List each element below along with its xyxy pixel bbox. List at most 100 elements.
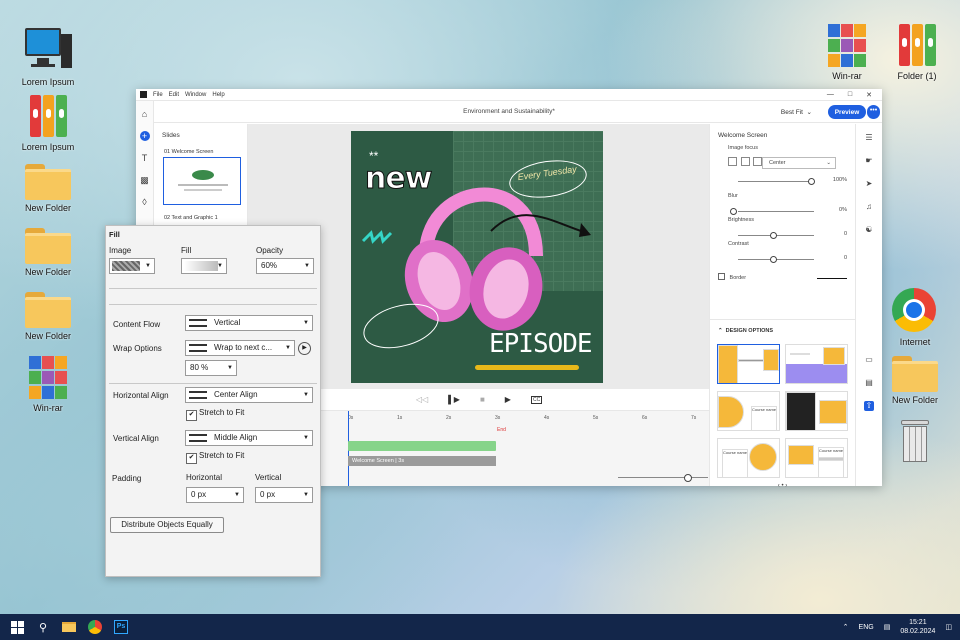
interaction-icon[interactable]: ☛ — [864, 156, 874, 166]
padding-vertical-label: Vertical — [255, 473, 282, 482]
maximize-icon[interactable]: □ — [848, 91, 852, 99]
design-option[interactable] — [785, 391, 848, 431]
desktop-icon-winrar[interactable]: Win-rar — [812, 22, 882, 81]
menu-file[interactable]: File — [153, 92, 163, 98]
opacity-slider[interactable] — [738, 181, 814, 182]
clock[interactable]: 15:21 08.02.2024 — [900, 618, 935, 636]
network-icon[interactable]: ▤ — [884, 623, 891, 631]
folder-icon — [25, 164, 71, 200]
contrast-knob[interactable] — [770, 256, 777, 263]
start-icon[interactable] — [4, 614, 30, 640]
slides-header: Slides — [162, 132, 180, 139]
preview-button[interactable]: Preview — [828, 105, 866, 119]
brightness-knob[interactable] — [770, 232, 777, 239]
language-indicator[interactable]: ENG — [859, 624, 874, 631]
desktop-icon-folder[interactable]: New Folder — [13, 286, 83, 341]
timeline-clip[interactable]: Welcome Screen | 3s — [348, 456, 496, 466]
stretch-to-fit-horizontal-checkbox[interactable]: Stretch to Fit — [186, 408, 244, 421]
wrap-options-dropdown[interactable]: Wrap to next c... ▼ — [185, 340, 295, 356]
desktop-icon-winrar[interactable]: Win-rar — [13, 354, 83, 413]
blur-slider[interactable] — [738, 211, 814, 212]
desktop-icon-folder[interactable]: New Folder — [13, 222, 83, 277]
captions-icon[interactable]: CC — [530, 395, 543, 404]
minimize-icon[interactable]: — — [827, 91, 834, 99]
opacity-knob[interactable] — [808, 178, 815, 185]
desktop-icon-computer[interactable]: Lorem Ipsum — [13, 28, 83, 87]
blur-knob[interactable] — [730, 208, 737, 215]
divider — [109, 288, 317, 289]
focus-center-icon[interactable] — [740, 157, 750, 166]
audio-icon[interactable]: ♫ — [864, 202, 874, 212]
step-play-icon[interactable]: ▌▶ — [448, 395, 460, 404]
accessibility-icon[interactable]: ☯ — [864, 225, 874, 235]
stretch-to-fit-vertical-checkbox[interactable]: Stretch to Fit — [186, 451, 244, 464]
focus-left-icon[interactable] — [728, 157, 737, 166]
play-icon[interactable]: ▶ — [505, 395, 511, 404]
properties-icon[interactable]: ☰ — [864, 133, 874, 143]
dropdown-arrow-icon: ▼ — [303, 435, 309, 441]
design-option[interactable]: Course name — [785, 438, 848, 478]
desktop-icon-label: Win-rar — [832, 71, 862, 81]
border-checkbox[interactable] — [718, 273, 725, 280]
padding-vertical-input[interactable]: 0 px ▼ — [255, 487, 313, 503]
desktop-icon-folder[interactable]: New Folder — [13, 158, 83, 213]
desktop-icon-folder[interactable]: New Folder — [880, 350, 950, 405]
focus-right-icon[interactable] — [753, 157, 763, 166]
wrap-percent-dropdown[interactable]: 80 % ▼ — [185, 360, 237, 376]
episode-text: EPISODE — [489, 329, 593, 359]
desktop-icon-recycle-bin[interactable] — [880, 418, 950, 464]
desktop-icon-chrome[interactable]: Internet — [880, 288, 950, 347]
search-icon[interactable]: ⚲ — [30, 614, 56, 640]
text-icon[interactable]: T — [140, 153, 150, 163]
focus-dropdown[interactable]: Center ⌄ — [762, 157, 836, 169]
desktop-icon-binders[interactable]: Folder (1) — [882, 22, 952, 81]
opacity-dropdown[interactable]: 60% ▼ — [256, 258, 314, 274]
zoom-dropdown[interactable]: Best Fit ⌄ — [781, 108, 812, 116]
focus-value: Center — [769, 160, 786, 166]
desktop-icon-binders[interactable]: Lorem Ipsum — [13, 93, 83, 152]
menu-window[interactable]: Window — [185, 92, 206, 98]
design-option[interactable]: Course name — [717, 391, 780, 431]
slide-artboard[interactable]: ** new Every Tuesday EPISODE — [351, 131, 603, 383]
slide-thumbnail[interactable] — [163, 157, 241, 205]
media-icon[interactable]: ▩ — [140, 175, 150, 185]
dropdown-arrow-icon: ▼ — [234, 492, 240, 498]
stop-icon[interactable]: ■ — [480, 395, 485, 404]
previous-icon[interactable]: ◁◁ — [416, 395, 428, 404]
horizontal-align-dropdown[interactable]: Center Align ▼ — [185, 387, 313, 403]
ruler-tick: 3s — [495, 415, 501, 421]
vertical-align-dropdown[interactable]: Middle Align ▼ — [185, 430, 313, 446]
design-option[interactable] — [717, 344, 780, 384]
distribute-objects-button[interactable]: Distribute Objects Equally — [110, 517, 224, 533]
border-line[interactable] — [817, 278, 847, 279]
menu-edit[interactable]: Edit — [169, 92, 179, 98]
slide-caption: 01 Welcome Screen — [164, 149, 214, 155]
content-flow-dropdown[interactable]: Vertical ▼ — [185, 315, 313, 331]
fill-swatch-dropdown[interactable]: ▼ — [181, 258, 227, 274]
brightness-value: 0 — [843, 231, 847, 237]
home-icon[interactable]: ⌂ — [140, 109, 150, 119]
timeline-track-green[interactable] — [348, 441, 496, 451]
document-icon[interactable]: ▤ — [864, 378, 874, 388]
design-option[interactable] — [785, 344, 848, 384]
share-icon[interactable]: ⇧ — [864, 401, 874, 411]
animation-icon[interactable]: ➤ — [864, 179, 874, 189]
padding-horizontal-input[interactable]: 0 px ▼ — [186, 487, 244, 503]
fill-panel: Fill Image Fill Opacity ▼ ▼ 60% ▼ Conten… — [105, 225, 321, 577]
close-icon[interactable]: ✕ — [866, 91, 872, 99]
photoshop-icon[interactable]: Ps — [108, 614, 134, 640]
wrap-play-icon[interactable]: ▶ — [298, 342, 311, 355]
shapes-icon[interactable]: ◊ — [140, 197, 150, 207]
add-icon[interactable]: + — [139, 131, 150, 141]
chrome-taskbar-icon[interactable] — [82, 614, 108, 640]
image-swatch-dropdown[interactable]: ▼ — [109, 258, 155, 274]
menu-help[interactable]: Help — [212, 92, 224, 98]
design-pager[interactable]: ‹ • › — [710, 483, 855, 489]
file-explorer-icon[interactable] — [56, 614, 82, 640]
notifications-icon[interactable]: ◫ — [945, 623, 952, 631]
timeline-zoom-slider[interactable] — [618, 474, 708, 482]
design-option[interactable]: Course name — [717, 438, 780, 478]
more-options-button[interactable]: ••• — [867, 105, 880, 119]
panel-icon[interactable]: ▭ — [864, 355, 874, 365]
chevron-up-icon[interactable]: ⌃ — [843, 623, 849, 631]
